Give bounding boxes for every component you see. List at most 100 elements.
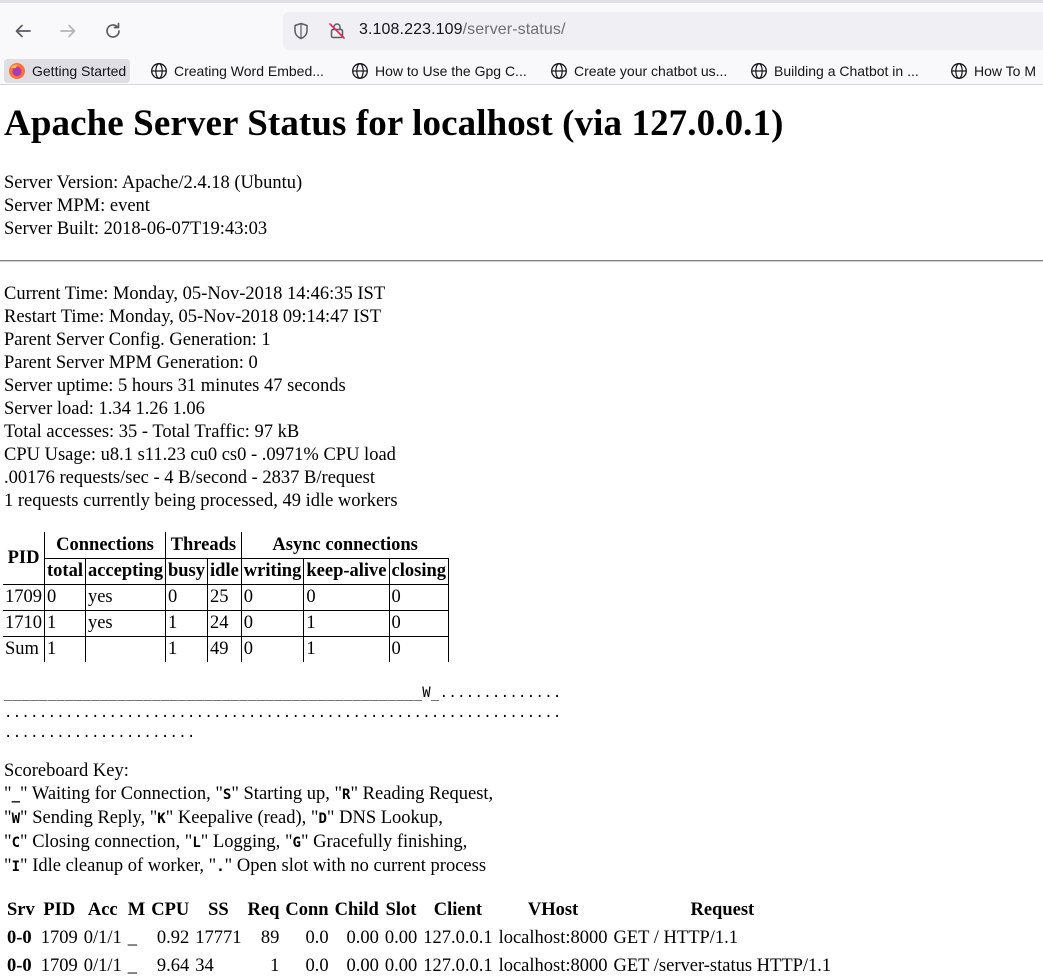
bookmark-creating-word-embed[interactable]: Creating Word Embed... (146, 59, 328, 83)
bookmark-building-a-chatbot[interactable]: Building a Chatbot in ... (746, 59, 923, 83)
key-desc: Starting up, (238, 784, 335, 804)
key-code: I (11, 859, 20, 875)
accepting-header: accepting (84, 557, 166, 585)
bookmark-label: How to Use the Gpg C... (375, 63, 527, 79)
bookmark-create-your-chatbot[interactable]: Create your chatbot us... (546, 59, 731, 83)
server-info: Server Version: Apache/2.4.18 (Ubuntu) S… (4, 172, 302, 241)
cpu-cell: 9.64 (156, 955, 190, 976)
accepting-cell: yes (84, 609, 166, 637)
child-cell: 0.00 (346, 927, 379, 948)
globe-icon (751, 63, 767, 79)
scoreboard-key-line: "_" Waiting for Connection, "S" Starting… (4, 784, 494, 804)
worker-table: PID Connections Threads Async connection… (3, 532, 450, 662)
key-desc: Reading Request, (358, 784, 494, 804)
conn-cell: 0.0 (305, 955, 329, 976)
cpu-usage: CPU Usage: u8.1 s11.23 cu0 cs0 - .0971% … (4, 445, 396, 465)
server-built: Server Built: 2018-06-07T19:43:03 (4, 219, 268, 239)
vhost-cell: localhost:8000 (498, 955, 608, 976)
pid-cell: Sum (3, 635, 45, 662)
server-load: Server load: 1.34 1.26 1.06 (4, 399, 205, 419)
scoreboard-key-heading: Scoreboard Key: (4, 761, 129, 781)
url-path: /server-status/ (462, 21, 566, 38)
globe-icon (951, 63, 967, 79)
table-row: 1709 0 yes 0 25 0 0 0 (3, 583, 450, 611)
bookmark-label: Building a Chatbot in ... (774, 63, 919, 79)
table-row: 1710 1 yes 1 24 0 1 0 (3, 609, 450, 637)
back-button[interactable] (6, 15, 40, 47)
key-desc: Keepalive (read), (173, 808, 311, 828)
key-code: L (192, 835, 201, 851)
acc-cell: 0/1/1 (83, 927, 122, 948)
forward-arrow-icon (60, 24, 76, 38)
request-header: Request (690, 899, 755, 920)
scoreboard-key: Scoreboard Key: "_" Waiting for Connecti… (4, 760, 493, 879)
idle-cell: 49 (207, 635, 242, 662)
srv-cell: 0-0 (7, 927, 32, 948)
server-uptime: Server uptime: 5 hours 31 minutes 47 sec… (4, 376, 346, 396)
pid-cell: 1710 (3, 609, 45, 637)
table-row: Sum 1 1 49 0 1 0 (3, 635, 450, 662)
scoreboard-line: ........................................… (4, 705, 562, 721)
key-desc: Open slot with no current process (232, 856, 487, 876)
key-code: _ (11, 787, 20, 803)
key-code: S (222, 787, 232, 803)
globe-icon (352, 63, 368, 79)
srv-cell: 0-0 (7, 955, 32, 976)
vhost-cell: localhost:8000 (498, 927, 608, 948)
m-header: M (127, 899, 146, 920)
scoreboard-line: ...................... (4, 725, 196, 741)
key-code: W (11, 811, 20, 827)
tracking-protection-shield-icon[interactable] (292, 22, 310, 40)
accepting-cell (84, 635, 166, 662)
bookmark-label: Create your chatbot us... (574, 63, 728, 79)
idle-cell: 25 (207, 583, 242, 611)
navigation-toolbar: 3.108.223.109/server-status/ (0, 0, 1043, 57)
key-desc: Waiting for Connection, (27, 784, 216, 804)
worker-table-group-header: PID Connections Threads Async connection… (3, 532, 449, 585)
writing-header: writing (240, 557, 305, 585)
pid-cell: 1709 (3, 583, 45, 611)
bookmark-label: How To M (974, 63, 1036, 79)
bookmarks-toolbar: Getting Started Creating Word Embed... H… (0, 57, 1043, 85)
table-row: 0-0 1709 0/1/1 _ 9.64 34 1 0.0 0.00 0.00… (4, 952, 834, 980)
closing-header: closing (388, 557, 450, 585)
request-table: Srv PID Acc M CPU SS Req Conn Child Slot… (4, 896, 834, 980)
bookmark-getting-started[interactable]: Getting Started (4, 59, 131, 83)
busy-header: busy (164, 557, 209, 585)
insecure-lock-icon[interactable] (328, 22, 346, 40)
busy-cell: 1 (164, 635, 209, 662)
key-code: R (342, 787, 351, 803)
forward-button[interactable] (51, 15, 85, 47)
keep-alive-cell: 0 (303, 583, 390, 611)
reload-icon (106, 22, 120, 38)
srv-header: Srv (7, 899, 35, 920)
url-host: 3.108.223.109 (359, 21, 463, 38)
async-connections-header: Async connections (240, 532, 449, 559)
bookmark-how-to-m[interactable]: How To M (946, 59, 1040, 83)
key-code: K (157, 811, 166, 827)
worker-summary: 1 requests currently being processed, 49… (4, 491, 398, 511)
reload-button[interactable] (96, 15, 130, 47)
pid-cell: 1709 (40, 955, 78, 976)
closing-cell: 0 (388, 635, 450, 662)
page-title: Apache Server Status for localhost (via … (4, 103, 784, 144)
url-text[interactable]: 3.108.223.109/server-status/ (359, 21, 565, 39)
key-code: D (318, 811, 327, 827)
worker-table-sub-header: total accepting busy idle writing keep-a… (3, 557, 450, 585)
scoreboard-key-line: "W" Sending Reply, "K" Keepalive (read),… (4, 808, 443, 828)
threads-header: Threads (164, 532, 242, 559)
firefox-logo-icon (9, 63, 25, 79)
bookmark-how-to-use-gpg[interactable]: How to Use the Gpg C... (347, 59, 531, 83)
total-accesses: Total accesses: 35 - Total Traffic: 97 k… (4, 422, 300, 442)
restart-time: Restart Time: Monday, 05-Nov-2018 09:14:… (4, 307, 382, 327)
key-code: . (216, 859, 225, 875)
ss-cell: 34 (195, 955, 214, 976)
cpu-cell: 0.92 (156, 927, 190, 948)
mpm-generation: Parent Server MPM Generation: 0 (4, 353, 258, 373)
pid-header: PID (3, 532, 45, 585)
server-mpm: Server MPM: event (4, 196, 150, 216)
address-bar[interactable]: 3.108.223.109/server-status/ (283, 12, 1043, 50)
scoreboard: ________________________________________… (4, 683, 562, 743)
conn-header: Conn (285, 899, 329, 920)
server-version: Server Version: Apache/2.4.18 (Ubuntu) (4, 173, 303, 193)
